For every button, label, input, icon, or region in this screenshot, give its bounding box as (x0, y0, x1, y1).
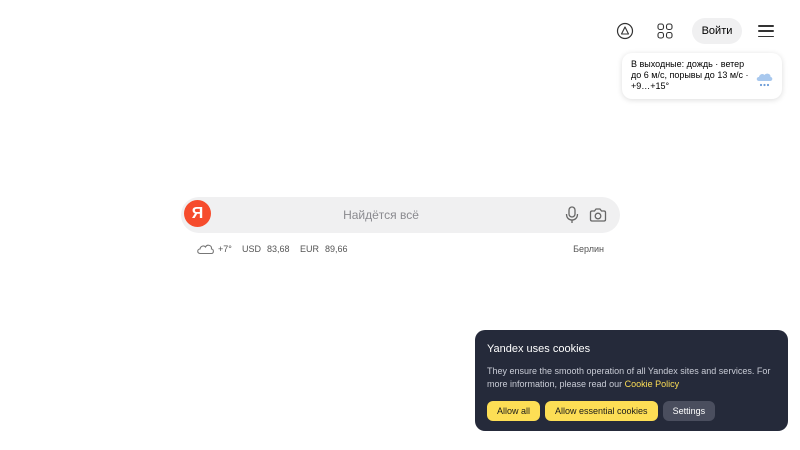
alice-assistant-icon[interactable] (612, 18, 638, 44)
login-button[interactable]: Войти (692, 18, 742, 44)
apps-grid-icon[interactable] (652, 18, 678, 44)
menu-line (758, 25, 774, 27)
menu-line (758, 35, 774, 37)
microphone-icon[interactable] (564, 206, 580, 224)
cookie-banner-title: Yandex uses cookies (487, 343, 591, 355)
weekend-weather-card[interactable]: В выходные: дождь · ветер до 6 м/с, поры… (622, 53, 782, 99)
yandex-home-page: Войти В выходные: дождь · ветер до 6 м/с… (0, 0, 800, 450)
eur-label: EUR (300, 244, 320, 254)
allow-essential-cookies-button[interactable]: Allow essential cookies (545, 401, 658, 421)
cookie-policy-link[interactable]: Cookie Policy (625, 379, 680, 389)
city-link[interactable]: Берлин (573, 241, 604, 257)
weather-informer[interactable]: +7° (196, 241, 232, 257)
cookie-settings-button[interactable]: Settings (662, 401, 716, 421)
allow-all-cookies-button[interactable]: Allow all (487, 401, 541, 421)
usd-rate-informer[interactable]: USD 83,68 (242, 241, 290, 257)
yandex-logo[interactable]: Я (184, 200, 211, 227)
usd-label: USD (242, 244, 262, 254)
informers-row: +7° USD 83,68 EUR 89,66 Берлин (196, 241, 608, 257)
search-bar: Я (181, 197, 620, 233)
header-toolbar: Войти (612, 18, 774, 44)
weekend-forecast-text: В выходные: дождь · ветер до 6 м/с, поры… (631, 59, 749, 91)
current-temperature: +7° (218, 244, 232, 254)
search-input[interactable] (221, 197, 541, 233)
cookie-banner: Yandex uses cookies They ensure the smoo… (475, 330, 788, 431)
rain-cloud-icon (754, 71, 774, 99)
menu-line (758, 30, 774, 32)
camera-search-icon[interactable] (589, 207, 607, 223)
cloudy-weather-icon (196, 241, 215, 257)
hamburger-menu-icon[interactable] (758, 25, 774, 37)
eur-rate-informer[interactable]: EUR 89,66 (300, 241, 348, 257)
cookie-banner-text: They ensure the smooth operation of all … (487, 365, 776, 391)
cookie-buttons: Allow all Allow essential cookies Settin… (487, 401, 776, 421)
eur-value: 89,66 (325, 244, 348, 254)
usd-value: 83,68 (267, 244, 290, 254)
